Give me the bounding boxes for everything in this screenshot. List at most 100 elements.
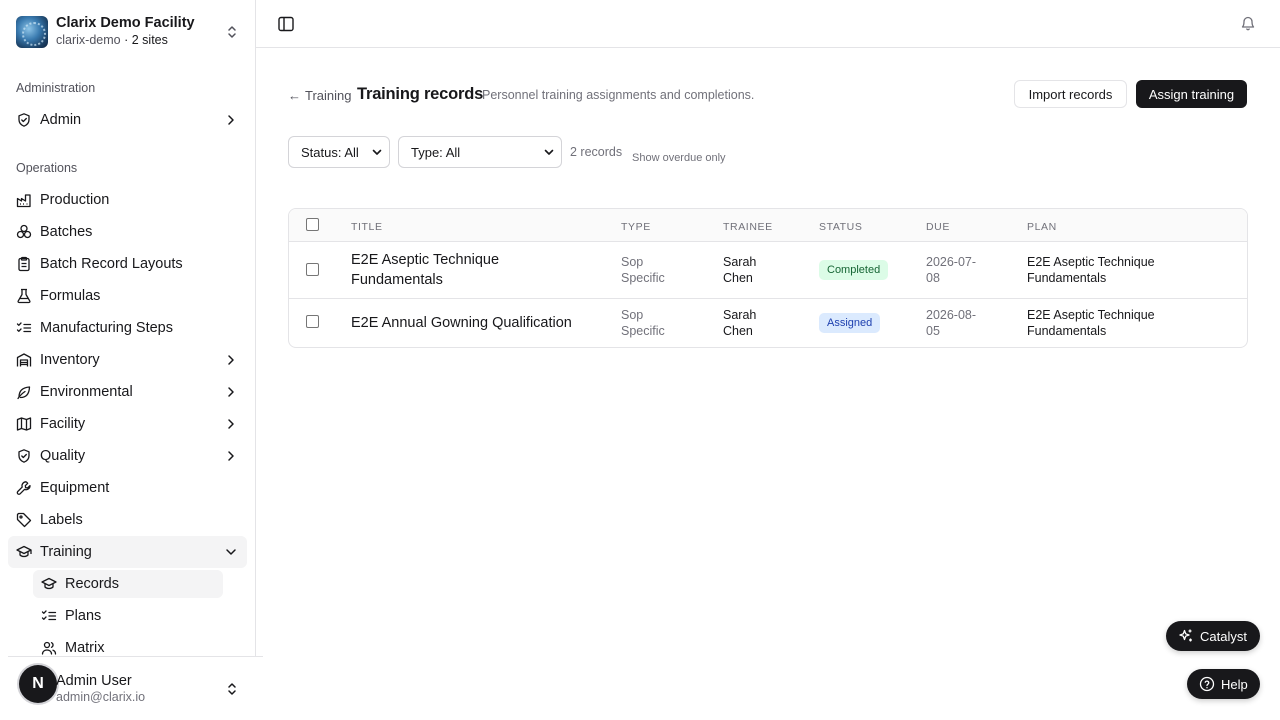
sidebar-item-quality[interactable]: Quality bbox=[8, 440, 247, 472]
shield-check-icon bbox=[16, 448, 32, 464]
column-header-trainee[interactable]: Trainee bbox=[723, 221, 773, 233]
row-plan-line: Fundamentals bbox=[1027, 271, 1107, 285]
row-type-line: Sop bbox=[621, 255, 644, 269]
sidebar-item-facility[interactable]: Facility bbox=[8, 408, 247, 440]
row-type-line: Specific bbox=[621, 271, 665, 285]
org-sites: 2 sites bbox=[131, 33, 168, 47]
org-name: Clarix Demo Facility bbox=[56, 15, 195, 31]
list-checks-icon bbox=[16, 320, 32, 336]
record-count: 2 records bbox=[570, 145, 623, 159]
sidebar-item-training[interactable]: Training bbox=[8, 536, 247, 568]
chevron-right-icon bbox=[228, 355, 234, 365]
help-circle-icon bbox=[1199, 676, 1215, 692]
show-overdue-toggle[interactable]: Show overdue only bbox=[632, 152, 726, 164]
import-records-button[interactable]: Import records bbox=[1014, 80, 1127, 108]
top-bar bbox=[256, 0, 1280, 48]
help-button[interactable]: Help bbox=[1187, 669, 1260, 699]
sidebar-item-manufacturing-steps[interactable]: Manufacturing Steps bbox=[8, 312, 247, 344]
sidebar-toggle-icon[interactable] bbox=[277, 15, 295, 33]
sidebar-item-label: Formulas bbox=[40, 288, 101, 304]
user-name: Admin User bbox=[56, 673, 132, 689]
org-logo bbox=[16, 16, 48, 48]
sidebar-item-equipment[interactable]: Equipment bbox=[8, 472, 247, 504]
catalyst-label: Catalyst bbox=[1200, 628, 1247, 644]
row-plan-line: Fundamentals bbox=[1027, 324, 1107, 338]
user-menu[interactable]: N Admin User admin@clarix.io bbox=[8, 656, 263, 720]
table-row[interactable]: E2E Aseptic Technique Fundamentals Sop S… bbox=[289, 242, 1247, 299]
row-plan: E2E Aseptic Technique Fundamentals bbox=[1027, 254, 1155, 286]
table-row[interactable]: E2E Annual Gowning Qualification Sop Spe… bbox=[289, 299, 1247, 347]
sidebar-item-labels[interactable]: Labels bbox=[8, 504, 247, 536]
list-checks-icon bbox=[41, 608, 57, 624]
page-title: Training records bbox=[357, 85, 484, 103]
sidebar-item-label: Admin bbox=[40, 112, 82, 128]
status-filter-value: Status: All bbox=[301, 144, 359, 160]
sidebar-item-label: Batch Record Layouts bbox=[40, 256, 183, 272]
sidebar-item-batches[interactable]: Batches bbox=[8, 216, 247, 248]
catalyst-button[interactable]: Catalyst bbox=[1166, 621, 1260, 651]
sidebar-item-environmental[interactable]: Environmental bbox=[8, 376, 247, 408]
column-header-type[interactable]: Type bbox=[621, 221, 651, 233]
assign-training-button[interactable]: Assign training bbox=[1136, 80, 1247, 108]
sidebar-subitem-plans[interactable]: Plans bbox=[33, 602, 223, 630]
chevron-right-icon bbox=[228, 115, 234, 125]
sidebar-item-label: Manufacturing Steps bbox=[40, 320, 173, 336]
column-header-title[interactable]: Title bbox=[351, 221, 383, 233]
sidebar-item-inventory[interactable]: Inventory bbox=[8, 344, 247, 376]
sidebar-item-label: Facility bbox=[40, 416, 86, 432]
row-title[interactable]: E2E Aseptic Technique Fundamentals bbox=[351, 250, 499, 290]
sidebar-subitem-label: Matrix bbox=[65, 640, 105, 656]
chevrons-up-down-icon bbox=[228, 26, 236, 38]
sidebar-item-label: Production bbox=[40, 192, 110, 208]
back-link-training[interactable]: ← Training bbox=[288, 88, 351, 103]
row-title[interactable]: E2E Annual Gowning Qualification bbox=[351, 313, 572, 333]
factory-icon bbox=[16, 192, 32, 208]
type-filter-select[interactable]: Type: All bbox=[398, 136, 562, 168]
sidebar-item-label: Labels bbox=[40, 512, 83, 528]
row-checkbox[interactable] bbox=[306, 263, 319, 276]
map-icon bbox=[16, 416, 32, 432]
graduation-cap-icon bbox=[41, 576, 57, 592]
row-plan: E2E Aseptic Technique Fundamentals bbox=[1027, 307, 1155, 339]
sparkles-icon bbox=[1178, 628, 1194, 644]
back-link-label: Training bbox=[305, 88, 352, 103]
column-header-status[interactable]: Status bbox=[819, 221, 862, 233]
sidebar-item-label: Batches bbox=[40, 224, 93, 240]
select-all-checkbox[interactable] bbox=[306, 218, 319, 231]
row-trainee-line: Chen bbox=[723, 324, 753, 338]
row-trainee-line: Chen bbox=[723, 271, 753, 285]
section-label-administration: Administration bbox=[16, 81, 96, 95]
sidebar-subitem-records[interactable]: Records bbox=[33, 570, 223, 598]
flask-icon bbox=[16, 288, 32, 304]
sidebar-item-formulas[interactable]: Formulas bbox=[8, 280, 247, 312]
row-due: 2026-07- 08 bbox=[926, 254, 976, 286]
sidebar-item-label: Inventory bbox=[40, 352, 100, 368]
bell-icon[interactable] bbox=[1240, 15, 1256, 31]
chevrons-up-down-icon bbox=[228, 683, 236, 695]
sidebar-item-admin[interactable]: Admin bbox=[8, 104, 247, 136]
column-header-plan[interactable]: Plan bbox=[1027, 221, 1057, 233]
shield-check-icon bbox=[16, 112, 32, 128]
user-email: admin@clarix.io bbox=[56, 690, 146, 704]
boxes-icon bbox=[16, 224, 32, 240]
chevron-right-icon bbox=[228, 419, 234, 429]
row-checkbox[interactable] bbox=[306, 315, 319, 328]
row-type: Sop Specific bbox=[621, 254, 665, 286]
row-trainee-line: Sarah bbox=[723, 308, 757, 322]
row-trainee-line: Sarah bbox=[723, 255, 757, 269]
chevron-down-icon bbox=[544, 149, 554, 155]
sidebar: Clarix Demo Facility clarix-demo · 2 sit… bbox=[0, 0, 263, 720]
sidebar-item-label: Environmental bbox=[40, 384, 133, 400]
sidebar-item-label: Equipment bbox=[40, 480, 110, 496]
sidebar-item-label: Quality bbox=[40, 448, 86, 464]
column-header-due[interactable]: Due bbox=[926, 221, 950, 233]
org-switcher[interactable]: Clarix Demo Facility clarix-demo · 2 sit… bbox=[8, 8, 248, 56]
help-label: Help bbox=[1221, 676, 1248, 692]
sidebar-item-batch-record-layouts[interactable]: Batch Record Layouts bbox=[8, 248, 247, 280]
sidebar-item-production[interactable]: Production bbox=[8, 184, 247, 216]
row-type-line: Sop bbox=[621, 308, 644, 322]
row-title-line: Fundamentals bbox=[351, 272, 443, 288]
status-filter-select[interactable]: Status: All bbox=[288, 136, 390, 168]
row-due-line: 2026-08- bbox=[926, 308, 977, 322]
row-trainee: Sarah Chen bbox=[723, 254, 756, 286]
